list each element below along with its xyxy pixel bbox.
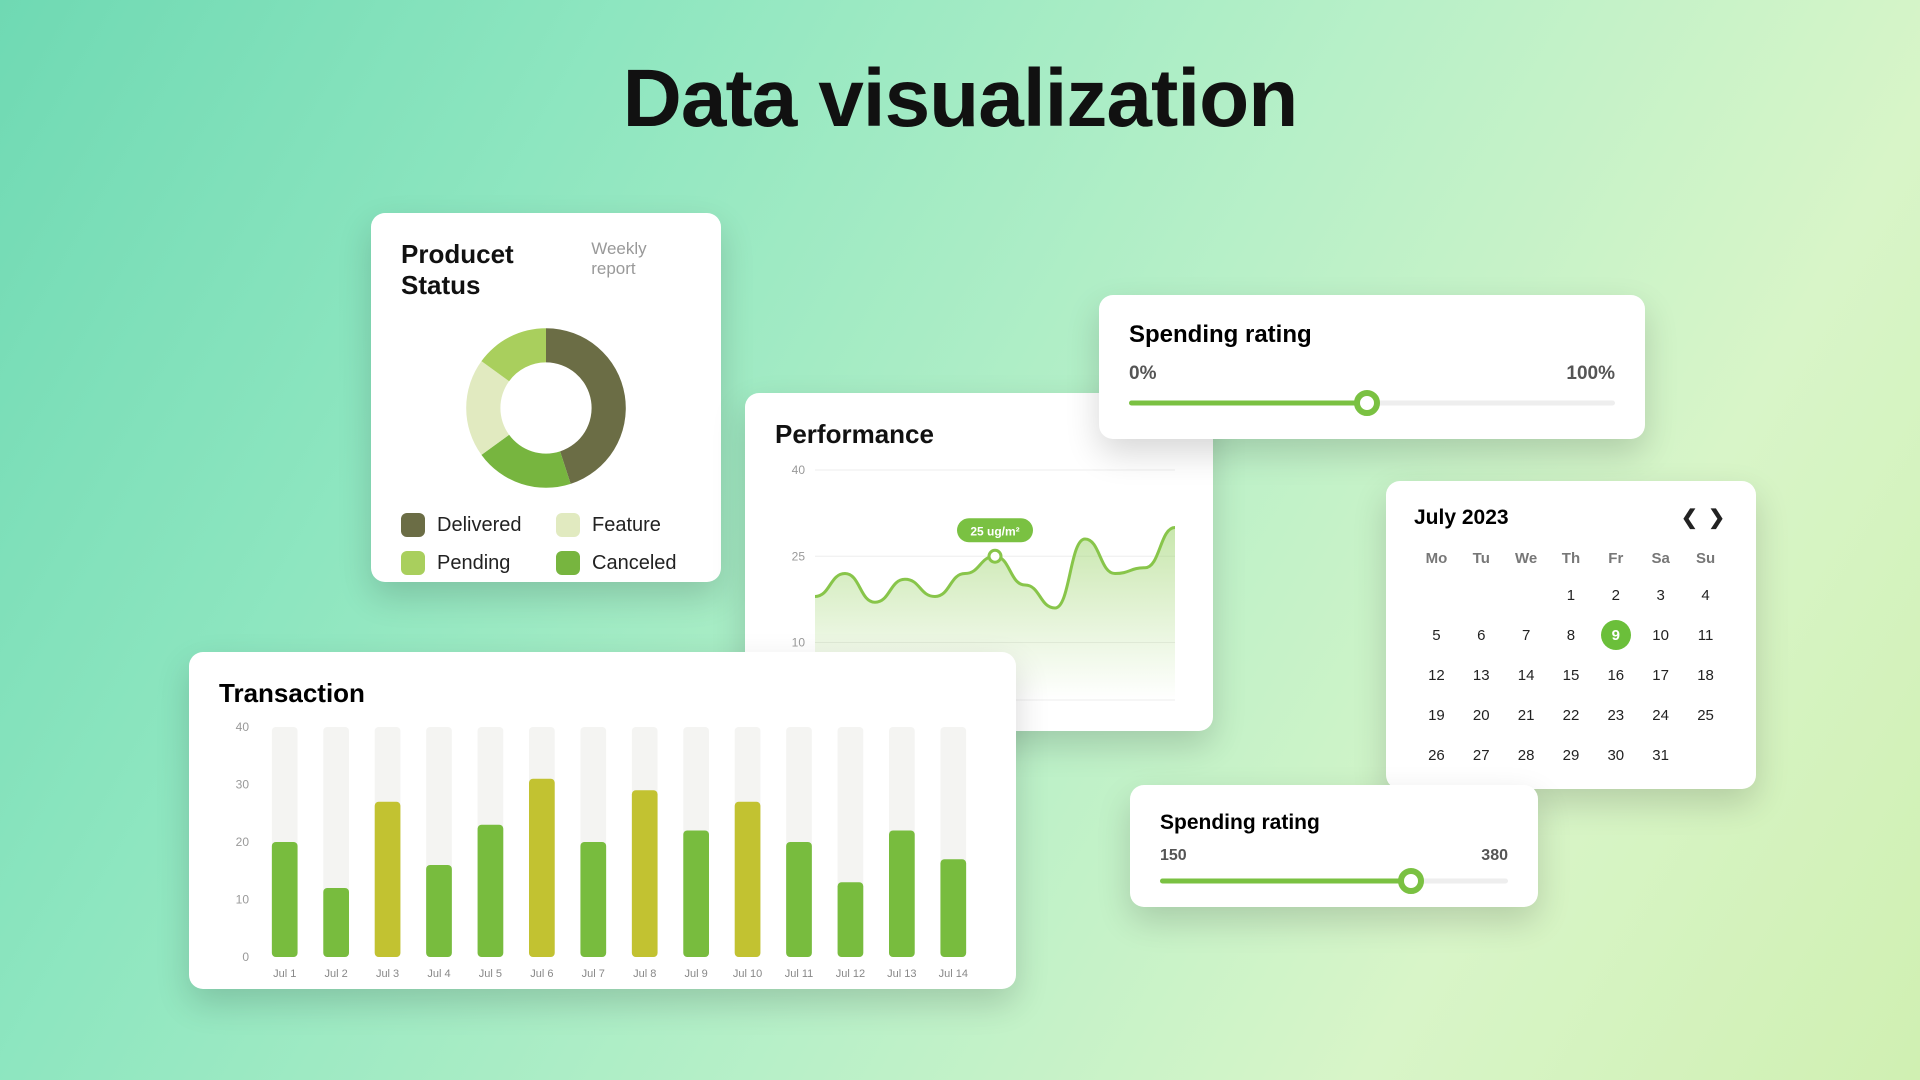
svg-text:30: 30 bbox=[236, 778, 250, 792]
calendar-dow: Su bbox=[1683, 544, 1728, 575]
calendar-day[interactable]: 26 bbox=[1414, 735, 1459, 775]
legend-label: Canceled bbox=[592, 552, 677, 575]
calendar-day[interactable]: 14 bbox=[1504, 655, 1549, 695]
spending-rating-percent-max: 100% bbox=[1566, 363, 1615, 385]
svg-text:Jul 1: Jul 1 bbox=[273, 968, 296, 980]
calendar-day[interactable]: 28 bbox=[1504, 735, 1549, 775]
svg-text:Jul 9: Jul 9 bbox=[685, 968, 708, 980]
transaction-chart: 0 10 20 30 40 Jul 1 Jul 2 Jul 3 Jul 4 Jul 5 Jul 6 J… bbox=[219, 717, 989, 987]
svg-text:20: 20 bbox=[236, 835, 250, 849]
legend-label: Pending bbox=[437, 552, 510, 575]
spending-rating-percent-title: Spending rating bbox=[1129, 321, 1615, 349]
legend-item: Pending bbox=[401, 551, 536, 575]
product-status-donut bbox=[451, 313, 641, 503]
calendar-day[interactable]: 9 bbox=[1593, 615, 1638, 655]
calendar-day[interactable]: 29 bbox=[1549, 735, 1594, 775]
calendar-card: July 2023 ❮ ❯ MoTuWeThFrSaSu 12345678910… bbox=[1386, 481, 1756, 789]
legend-item: Feature bbox=[556, 513, 691, 537]
svg-text:40: 40 bbox=[236, 720, 250, 734]
svg-text:Jul 13: Jul 13 bbox=[887, 968, 916, 980]
transaction-title: Transaction bbox=[219, 678, 986, 709]
product-status-title: Producet Status bbox=[401, 239, 591, 301]
calendar-dow: Fr bbox=[1593, 544, 1638, 575]
product-status-subtitle: Weekly report bbox=[591, 239, 691, 278]
calendar-day[interactable]: 3 bbox=[1638, 575, 1683, 615]
slider-thumb[interactable] bbox=[1398, 868, 1424, 894]
svg-text:Jul 7: Jul 7 bbox=[582, 968, 605, 980]
calendar-day[interactable]: 31 bbox=[1638, 735, 1683, 775]
spending-rating-percent-slider[interactable] bbox=[1129, 391, 1615, 415]
calendar-dow: Sa bbox=[1638, 544, 1683, 575]
legend-swatch bbox=[401, 551, 425, 575]
calendar-day[interactable]: 1 bbox=[1549, 575, 1594, 615]
svg-text:Jul 5: Jul 5 bbox=[479, 968, 502, 980]
calendar-day[interactable]: 7 bbox=[1504, 615, 1549, 655]
spending-rating-range-min: 150 bbox=[1160, 847, 1187, 865]
calendar-day[interactable]: 18 bbox=[1683, 655, 1728, 695]
calendar-dow: Th bbox=[1549, 544, 1594, 575]
calendar-day[interactable]: 13 bbox=[1459, 655, 1504, 695]
calendar-dow: We bbox=[1504, 544, 1549, 575]
calendar-day[interactable]: 25 bbox=[1683, 695, 1728, 735]
spending-rating-percent-min: 0% bbox=[1129, 363, 1156, 385]
page-title: Data visualization bbox=[0, 52, 1920, 146]
calendar-day[interactable]: 8 bbox=[1549, 615, 1594, 655]
legend-item: Canceled bbox=[556, 551, 691, 575]
svg-text:10: 10 bbox=[792, 636, 806, 650]
svg-text:Jul 10: Jul 10 bbox=[733, 968, 762, 980]
slider-thumb[interactable] bbox=[1354, 390, 1380, 416]
svg-text:10: 10 bbox=[236, 893, 250, 907]
svg-text:0: 0 bbox=[242, 950, 249, 964]
svg-text:Jul 11: Jul 11 bbox=[785, 968, 814, 980]
legend-swatch bbox=[401, 513, 425, 537]
svg-text:25: 25 bbox=[792, 549, 806, 563]
svg-text:Jul 8: Jul 8 bbox=[633, 968, 656, 980]
calendar-day[interactable]: 30 bbox=[1593, 735, 1638, 775]
calendar-day[interactable]: 27 bbox=[1459, 735, 1504, 775]
calendar-day[interactable]: 5 bbox=[1414, 615, 1459, 655]
calendar-day[interactable]: 22 bbox=[1549, 695, 1594, 735]
calendar-day[interactable]: 17 bbox=[1638, 655, 1683, 695]
calendar-dow: Mo bbox=[1414, 544, 1459, 575]
calendar-day[interactable]: 23 bbox=[1593, 695, 1638, 735]
legend-item: Delivered bbox=[401, 513, 536, 537]
calendar-dow: Tu bbox=[1459, 544, 1504, 575]
svg-text:25 ug/m²: 25 ug/m² bbox=[970, 524, 1019, 538]
calendar-day[interactable]: 16 bbox=[1593, 655, 1638, 695]
calendar-day[interactable]: 11 bbox=[1683, 615, 1728, 655]
spending-rating-percent-card: Spending rating 0% 100% bbox=[1099, 295, 1645, 439]
calendar-next-icon[interactable]: ❯ bbox=[1705, 507, 1728, 529]
legend-label: Feature bbox=[592, 514, 661, 537]
product-status-card: Producet Status Weekly report Delivered F… bbox=[371, 213, 721, 582]
calendar-day[interactable]: 6 bbox=[1459, 615, 1504, 655]
calendar-day[interactable]: 10 bbox=[1638, 615, 1683, 655]
calendar-day[interactable]: 4 bbox=[1683, 575, 1728, 615]
legend-label: Delivered bbox=[437, 514, 521, 537]
transaction-card: Transaction 0 10 20 30 40 Jul 1 Jul 2 Jul 3 Jul … bbox=[189, 652, 1016, 989]
svg-text:Jul 6: Jul 6 bbox=[530, 968, 553, 980]
calendar-day[interactable]: 12 bbox=[1414, 655, 1459, 695]
calendar-prev-icon[interactable]: ❮ bbox=[1678, 507, 1701, 529]
spending-rating-range-slider[interactable] bbox=[1160, 869, 1508, 893]
calendar-day[interactable]: 20 bbox=[1459, 695, 1504, 735]
calendar-day[interactable]: 15 bbox=[1549, 655, 1594, 695]
svg-text:Jul 12: Jul 12 bbox=[836, 968, 865, 980]
calendar-day[interactable]: 2 bbox=[1593, 575, 1638, 615]
calendar-day[interactable]: 19 bbox=[1414, 695, 1459, 735]
legend-swatch bbox=[556, 513, 580, 537]
spending-rating-range-title: Spending rating bbox=[1160, 811, 1508, 835]
svg-text:Jul 4: Jul 4 bbox=[427, 968, 450, 980]
svg-text:Jul 3: Jul 3 bbox=[376, 968, 399, 980]
svg-text:40: 40 bbox=[792, 463, 806, 477]
svg-text:Jul 2: Jul 2 bbox=[325, 968, 348, 980]
calendar-day[interactable]: 24 bbox=[1638, 695, 1683, 735]
spending-rating-range-max: 380 bbox=[1481, 847, 1508, 865]
calendar-grid: MoTuWeThFrSaSu 1234567891011121314151617… bbox=[1414, 544, 1728, 775]
legend-swatch bbox=[556, 551, 580, 575]
svg-text:Jul 14: Jul 14 bbox=[939, 968, 968, 980]
calendar-title: July 2023 bbox=[1414, 506, 1509, 530]
product-status-legend: Delivered Feature Pending Canceled bbox=[401, 513, 691, 575]
spending-rating-range-card: Spending rating 150 380 bbox=[1130, 785, 1538, 907]
calendar-day[interactable]: 21 bbox=[1504, 695, 1549, 735]
